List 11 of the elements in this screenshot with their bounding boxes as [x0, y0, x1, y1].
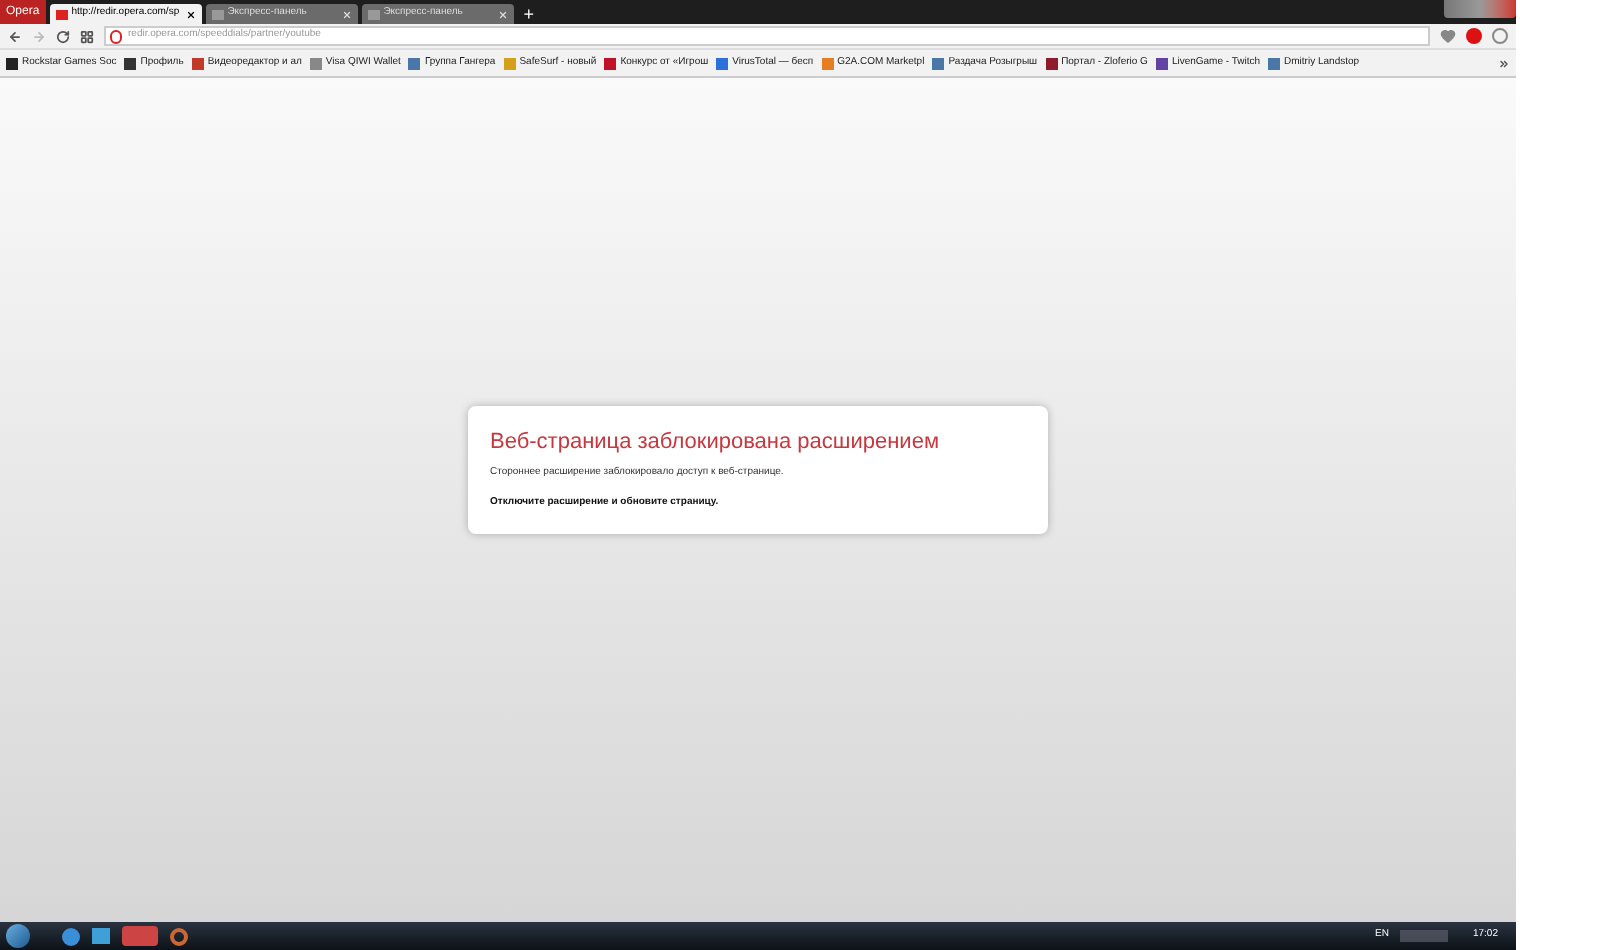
- new-tab-button[interactable]: +: [517, 4, 540, 24]
- page-icon: [211, 9, 224, 19]
- heart-icon[interactable]: [1440, 28, 1456, 44]
- more-bookmarks-icon[interactable]: [1498, 57, 1510, 69]
- close-icon[interactable]: [185, 9, 196, 19]
- page-icon: [55, 9, 68, 19]
- back-icon[interactable]: [8, 29, 22, 43]
- speed-dial-icon[interactable]: [80, 29, 94, 43]
- page-icon: [367, 9, 380, 19]
- reload-icon[interactable]: [56, 29, 70, 43]
- error-title: Веб-страница заблокирована расширением: [490, 430, 942, 456]
